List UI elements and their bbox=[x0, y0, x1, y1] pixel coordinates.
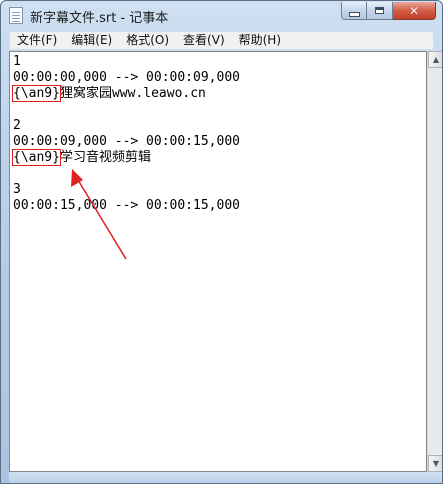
text-line: {\an9}学习音视频剪辑 bbox=[12, 149, 240, 166]
text-line: 00:00:15,000 --> 00:00:15,000 bbox=[13, 198, 240, 213]
minimize-icon bbox=[348, 11, 360, 17]
menu-format[interactable]: 格式(O) bbox=[119, 32, 176, 49]
text-line bbox=[13, 166, 240, 182]
subtitle-text: 学习音视频剪辑 bbox=[59, 150, 151, 165]
menu-bar: 文件(F) 编辑(E) 格式(O) 查看(V) 帮助(H) bbox=[9, 31, 434, 50]
text-line: 2 bbox=[13, 118, 21, 133]
minimize-button[interactable] bbox=[341, 2, 367, 20]
window-bottom-frame bbox=[9, 472, 442, 483]
notepad-icon bbox=[9, 7, 23, 24]
scroll-up-button[interactable]: ▲ bbox=[428, 51, 442, 68]
an9-tag-highlight: {\an9} bbox=[12, 149, 61, 166]
text-line: 1 bbox=[13, 54, 21, 69]
maximize-button[interactable] bbox=[367, 2, 393, 20]
text-editor[interactable]: 1 00:00:00,000 --> 00:00:09,000 {\an9}狸窝… bbox=[9, 51, 427, 472]
text-line: 3 bbox=[13, 182, 21, 197]
an9-tag-highlight: {\an9} bbox=[12, 85, 61, 102]
menu-help[interactable]: 帮助(H) bbox=[232, 32, 288, 49]
scroll-down-button[interactable]: ▼ bbox=[428, 455, 442, 472]
subtitle-text: 狸窝家园www.leawo.cn bbox=[59, 86, 206, 101]
text-line: 00:00:00,000 --> 00:00:09,000 bbox=[13, 70, 240, 85]
text-line: 00:00:09,000 --> 00:00:15,000 bbox=[13, 134, 240, 149]
close-button[interactable]: ✕ bbox=[393, 2, 436, 20]
arrow-up-icon: ▲ bbox=[432, 55, 440, 64]
window-title: 新字幕文件.srt - 记事本 bbox=[30, 11, 169, 26]
close-icon: ✕ bbox=[408, 3, 420, 18]
document-lines: 1 00:00:00,000 --> 00:00:09,000 {\an9}狸窝… bbox=[12, 54, 240, 214]
notepad-window: 新字幕文件.srt - 记事本 ✕ 文件(F) 编辑(E) 格式(O) 查看(V… bbox=[0, 0, 443, 484]
arrow-down-icon: ▼ bbox=[432, 459, 440, 468]
menu-view[interactable]: 查看(V) bbox=[176, 32, 232, 49]
menu-edit[interactable]: 编辑(E) bbox=[64, 32, 119, 49]
menu-file[interactable]: 文件(F) bbox=[10, 32, 64, 49]
maximize-icon bbox=[375, 7, 384, 14]
text-line bbox=[13, 102, 240, 118]
title-bar[interactable]: 新字幕文件.srt - 记事本 ✕ bbox=[1, 1, 442, 29]
text-line: {\an9}狸窝家园www.leawo.cn bbox=[12, 85, 240, 102]
vertical-scrollbar[interactable]: ▲ ▼ bbox=[427, 51, 442, 472]
